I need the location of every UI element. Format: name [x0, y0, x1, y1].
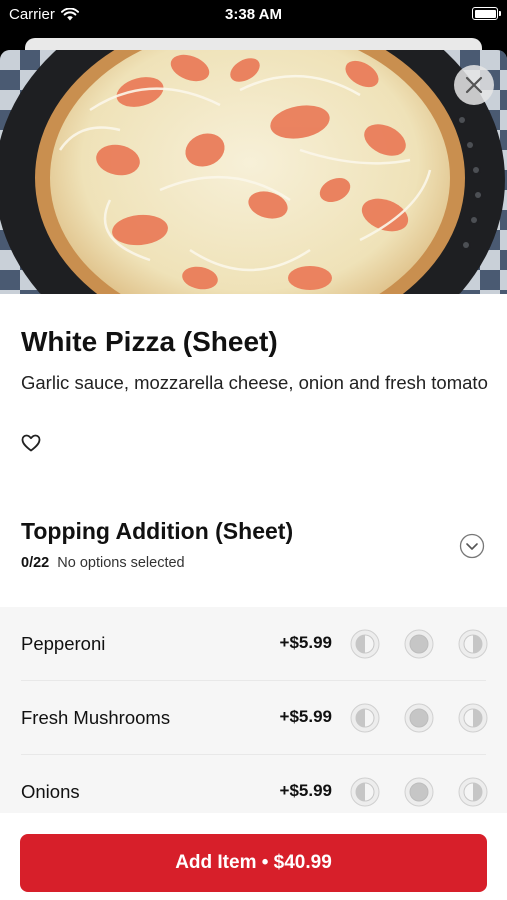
- option-row[interactable]: Fresh Mushrooms +$5.99: [0, 681, 507, 755]
- add-item-button[interactable]: Add Item • $40.99: [20, 834, 487, 892]
- section-selection-status: 0/22 No options selected: [21, 555, 185, 571]
- item-title: White Pizza (Sheet): [21, 326, 278, 357]
- right-half-portion-icon[interactable]: [458, 777, 488, 807]
- left-half-portion-icon[interactable]: [350, 703, 380, 733]
- selection-count: 0/22: [21, 555, 50, 571]
- selection-status-text: No options selected: [57, 555, 185, 571]
- right-half-portion-icon[interactable]: [458, 629, 488, 659]
- status-bar: Carrier 3:38 AM: [0, 0, 507, 30]
- left-half-portion-icon[interactable]: [350, 629, 380, 659]
- option-row[interactable]: Pepperoni +$5.99: [0, 607, 507, 681]
- section-title: Topping Addition (Sheet): [21, 518, 294, 544]
- item-description: Garlic sauce, mozzarella cheese, onion a…: [21, 372, 488, 393]
- close-icon: [465, 76, 483, 94]
- footer-bar: Add Item • $40.99: [0, 813, 507, 900]
- option-price: +$5.99: [279, 633, 332, 652]
- item-detail-sheet: White Pizza (Sheet) Garlic sauce, mozzar…: [0, 50, 507, 900]
- item-image: [0, 50, 507, 294]
- right-half-portion-icon[interactable]: [458, 703, 488, 733]
- whole-portion-icon[interactable]: [404, 777, 434, 807]
- status-time: 3:38 AM: [225, 6, 282, 23]
- option-name: Pepperoni: [21, 633, 106, 654]
- battery-icon: [472, 7, 501, 20]
- option-price: +$5.99: [279, 781, 332, 800]
- pizza-illustration: [0, 50, 507, 294]
- chevron-down-circle-icon[interactable]: [459, 533, 485, 559]
- whole-portion-icon[interactable]: [404, 629, 434, 659]
- whole-portion-icon[interactable]: [404, 703, 434, 733]
- close-button[interactable]: [454, 65, 494, 105]
- heart-outline-icon[interactable]: [21, 434, 41, 452]
- left-half-portion-icon[interactable]: [350, 777, 380, 807]
- option-price: +$5.99: [279, 707, 332, 726]
- option-name: Onions: [21, 781, 80, 802]
- option-name: Fresh Mushrooms: [21, 707, 171, 728]
